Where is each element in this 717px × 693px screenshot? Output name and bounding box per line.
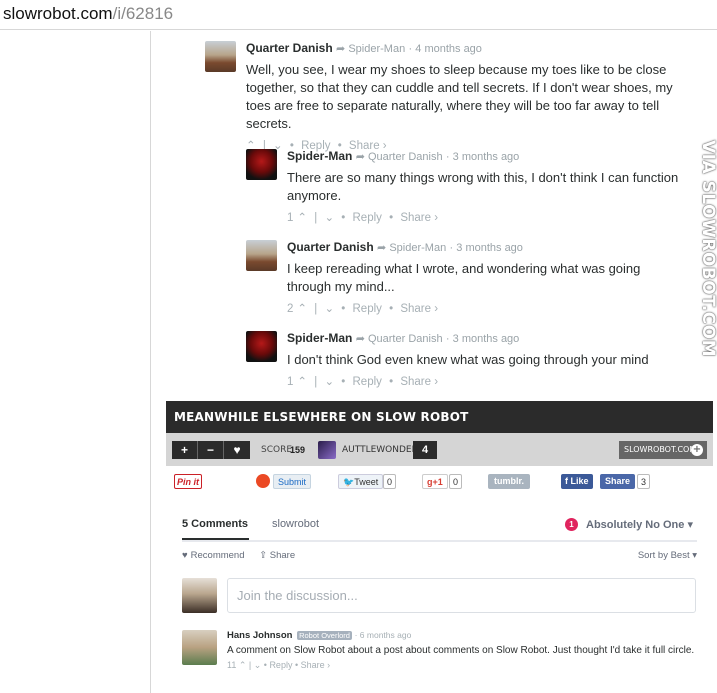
comment-time[interactable]: 3 months ago xyxy=(453,333,520,345)
vote-count: 1 xyxy=(287,212,294,224)
reply-to[interactable]: Quarter Danish xyxy=(368,333,443,345)
reply-link[interactable]: Reply xyxy=(353,212,382,224)
reply-arrow-icon: ➦ xyxy=(377,242,390,254)
notification-badge[interactable]: 1 xyxy=(565,518,578,531)
upvote-icon[interactable]: ⌃ xyxy=(297,376,307,388)
reply-link[interactable]: Reply xyxy=(269,660,292,670)
gplus-button[interactable]: g+1 xyxy=(422,474,448,489)
comment-text: I keep rereading what I wrote, and wonde… xyxy=(287,261,641,294)
tab-community[interactable]: slowrobot xyxy=(272,518,319,530)
downvote-icon[interactable]: ⌄ xyxy=(324,303,334,315)
facebook-share-button[interactable]: Share xyxy=(600,474,636,489)
user-badge: Robot Overlord xyxy=(297,631,352,640)
stumbleupon-icon[interactable] xyxy=(256,474,270,488)
address-bar[interactable]: slowrobot.com/i/62816 xyxy=(0,0,717,30)
comments-subbar: ♥ Recommend ⇪ Share Sort by Best ▾ xyxy=(182,550,697,564)
downvote-icon[interactable]: ⌄ xyxy=(324,212,334,224)
tab-comments[interactable]: 5 Comments xyxy=(182,518,249,540)
reply-to[interactable]: Quarter Danish xyxy=(368,151,443,163)
vote-count: 2 xyxy=(287,303,294,315)
downvote-icon[interactable]: ⌄ xyxy=(324,376,334,388)
vote-group: + − ♥ xyxy=(172,441,250,459)
reply-arrow-icon: ➦ xyxy=(336,43,349,55)
score-label: SCORE xyxy=(261,445,293,455)
tumblr-button[interactable]: tumblr. xyxy=(488,474,531,489)
facebook-like-button[interactable]: f Like xyxy=(561,474,593,489)
vote-count: 1 xyxy=(287,376,294,388)
upvote-icon[interactable]: ⌃ xyxy=(297,212,307,224)
reply-link[interactable]: Reply xyxy=(353,376,382,388)
uploader-count: 4 xyxy=(413,441,437,459)
comment-text: Well, you see, I wear my shoes to sleep … xyxy=(246,62,673,131)
current-user-avatar[interactable] xyxy=(182,578,217,613)
share-label: Share xyxy=(269,550,296,561)
section-banner: MEANWHILE ELSEWHERE ON SLOW ROBOT xyxy=(166,401,713,433)
avatar[interactable] xyxy=(246,331,277,362)
recommend-label: Recommend xyxy=(190,550,245,561)
comment-time[interactable]: 3 months ago xyxy=(453,151,520,163)
share-row: Pin it Submit 🐦Tweet 0 g+1 0 tumblr. f L… xyxy=(166,466,713,496)
twitter-icon: 🐦 xyxy=(343,477,355,487)
reply-arrow-icon: ➦ xyxy=(355,333,368,345)
avatar[interactable] xyxy=(205,41,236,72)
user-menu[interactable]: Absolutely No One ▾ xyxy=(586,518,693,531)
stumbleupon-submit-button[interactable]: Submit xyxy=(273,474,312,489)
banner-title: MEANWHILE ELSEWHERE ON SLOW ROBOT xyxy=(174,410,469,424)
share-link[interactable]: Share › xyxy=(301,660,331,670)
tweet-button[interactable]: 🐦Tweet xyxy=(338,474,384,489)
upvote-icon[interactable]: ⌃ xyxy=(236,660,247,670)
tweet-count: 0 xyxy=(383,474,397,489)
gplus-count: 0 xyxy=(449,474,463,489)
vote-toolbar: + − ♥ SCORE 159 AUTTLEWONDER 4 SLOWROBOT… xyxy=(166,433,713,466)
comment-text: A comment on Slow Robot about a post abo… xyxy=(227,645,695,656)
comment-text: I don't think God even knew what was goi… xyxy=(287,352,649,367)
comment-time[interactable]: 4 months ago xyxy=(415,43,482,55)
user-avatar[interactable] xyxy=(318,441,336,459)
vote-count: 11 xyxy=(227,660,237,670)
recommend-button[interactable]: ♥ Recommend xyxy=(182,550,245,561)
share-link[interactable]: Share › xyxy=(400,303,438,315)
reply-arrow-icon: ➦ xyxy=(355,151,368,163)
heart-icon: ♥ xyxy=(182,550,188,561)
avatar[interactable] xyxy=(246,240,277,271)
share-icon: ⇪ xyxy=(259,550,270,561)
facebook-like-label: Like xyxy=(570,476,589,486)
site-button-label: SLOWROBOT.COM xyxy=(624,445,697,454)
score-value: 159 xyxy=(290,445,306,455)
sort-dropdown[interactable]: Sort by Best ▾ xyxy=(638,550,697,561)
comment-time[interactable]: 6 months ago xyxy=(360,630,412,640)
url-host: slowrobot.com xyxy=(3,4,113,23)
reply-to[interactable]: Spider-Man xyxy=(389,242,446,254)
comment-time[interactable]: 3 months ago xyxy=(456,242,523,254)
comment-author[interactable]: Quarter Danish xyxy=(246,41,333,55)
avatar[interactable] xyxy=(246,149,277,180)
comment-author[interactable]: Hans Johnson xyxy=(227,630,292,641)
avatar[interactable] xyxy=(182,630,217,665)
comment-author[interactable]: Spider-Man xyxy=(287,149,352,163)
site-button[interactable]: SLOWROBOT.COM + xyxy=(619,441,707,459)
upvote-icon[interactable]: ⌃ xyxy=(297,303,307,315)
comment-input[interactable]: Join the discussion... xyxy=(227,578,696,613)
uploader-name[interactable]: AUTTLEWONDER xyxy=(342,445,418,455)
url-path: /i/62816 xyxy=(112,4,174,23)
pinterest-button[interactable]: Pin it xyxy=(174,474,202,489)
comments-tabs: 5 Comments slowrobot 1 Absolutely No One… xyxy=(182,518,697,542)
content-border xyxy=(150,31,151,693)
share-link[interactable]: Share › xyxy=(400,376,438,388)
reply-to[interactable]: Spider-Man xyxy=(348,43,405,55)
tweet-label: Tweet xyxy=(354,477,379,487)
reply-link[interactable]: Reply xyxy=(353,303,382,315)
comments-section: 5 Comments slowrobot 1 Absolutely No One… xyxy=(166,496,713,693)
comment-author[interactable]: Quarter Danish xyxy=(287,240,374,254)
upvote-button[interactable]: + xyxy=(172,441,198,459)
share-button[interactable]: ⇪ Share xyxy=(259,550,295,561)
share-link[interactable]: Share › xyxy=(400,212,438,224)
downvote-button[interactable]: − xyxy=(198,441,224,459)
favorite-button[interactable]: ♥ xyxy=(224,441,250,459)
comment-text: There are so many things wrong with this… xyxy=(287,170,679,203)
facebook-count: 3 xyxy=(637,474,651,489)
comment-author[interactable]: Spider-Man xyxy=(287,331,352,345)
plus-icon: + xyxy=(691,444,703,456)
watermark: VIA SLOWROBOT.COM xyxy=(698,140,717,357)
